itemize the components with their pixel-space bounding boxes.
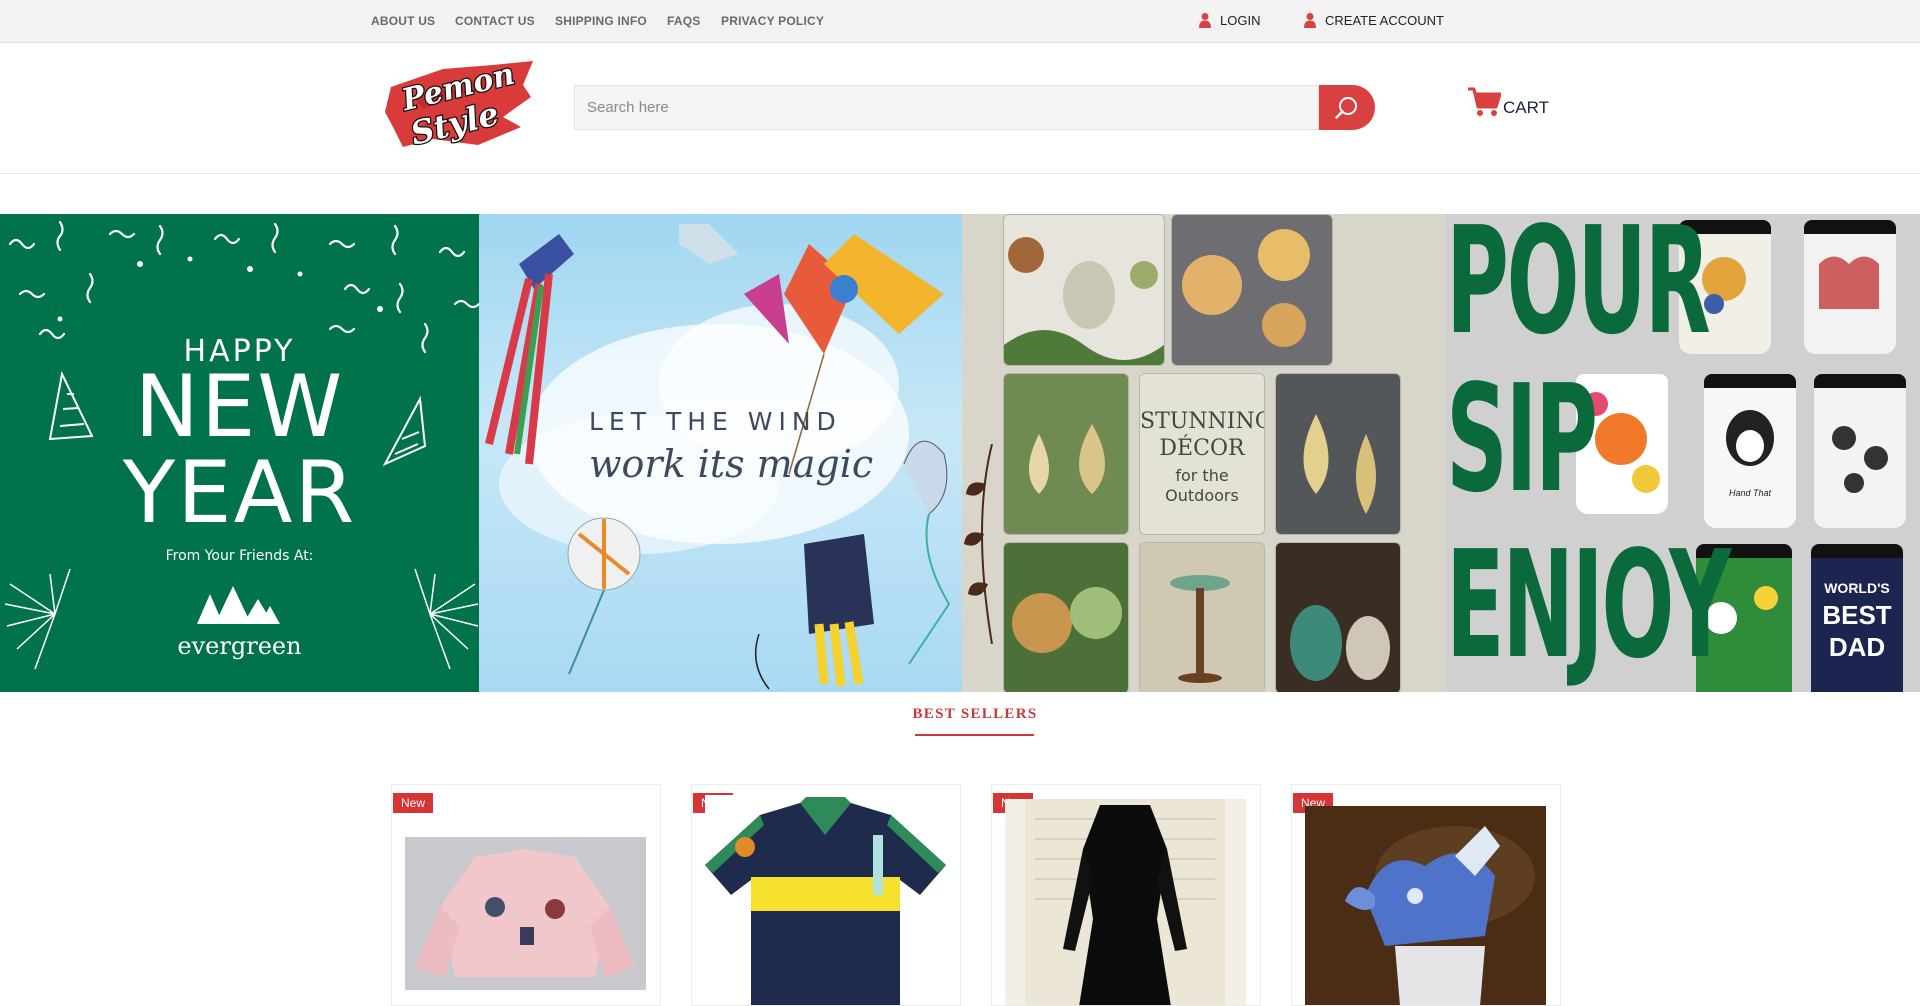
- new-year-from: From Your Friends At:: [165, 548, 314, 564]
- contact-us-link[interactable]: CONTACT US: [455, 14, 535, 28]
- login-label: LOGIN: [1220, 12, 1261, 28]
- product-card[interactable]: New: [991, 784, 1261, 1006]
- decor-tile: [1275, 542, 1401, 692]
- top-bar: ABOUT US CONTACT US SHIPPING INFO FAQS P…: [0, 0, 1920, 43]
- evergreen-brand: evergreen: [177, 632, 302, 660]
- cart-icon: [1468, 87, 1501, 116]
- product-image-pink-jacket[interactable]: [405, 837, 646, 990]
- search-input[interactable]: [574, 85, 1319, 130]
- decor-line4: Outdoors: [1165, 486, 1239, 505]
- decor-line3: for the: [1175, 466, 1229, 485]
- pour-text: POUR: [1446, 214, 1711, 367]
- faqs-link[interactable]: FAQS: [667, 14, 700, 28]
- user-icon: [1199, 13, 1211, 28]
- decor-line1: STUNNING: [1140, 409, 1265, 434]
- logo-graphic: Pemon Style: [385, 55, 533, 154]
- section-underline: [915, 734, 1034, 736]
- decor-tile: [1171, 214, 1333, 366]
- mug: [1814, 374, 1906, 528]
- mug-text-dad: DAD: [1828, 632, 1886, 662]
- banner-wind-panel[interactable]: LET THE WIND work its magic: [479, 214, 962, 692]
- shipping-info-link[interactable]: SHIPPING INFO: [555, 14, 647, 28]
- decor-tile: [1003, 542, 1129, 692]
- mug: WORLD'S BEST DAD: [1811, 544, 1903, 692]
- enjoy-text: ENJOY: [1446, 519, 1731, 691]
- mug-text-best: BEST: [1822, 600, 1892, 630]
- cart-label: CART: [1503, 98, 1549, 117]
- new-badge: New: [393, 793, 434, 813]
- user-icon: [1304, 13, 1316, 28]
- new-year-line2: NEW: [134, 357, 345, 457]
- product-image-polo-shirt[interactable]: [705, 795, 946, 1005]
- create-account-link[interactable]: CREATE ACCOUNT: [1303, 12, 1444, 28]
- login-link[interactable]: LOGIN: [1198, 12, 1260, 28]
- decor-tile: [1003, 214, 1165, 366]
- banner-new-year-panel[interactable]: HAPPY NEW YEAR From Your Friends At: eve…: [0, 214, 479, 692]
- product-card[interactable]: New: [1291, 784, 1561, 1006]
- wind-line1: LET THE WIND: [589, 407, 842, 436]
- site-logo[interactable]: Pemon Style: [383, 55, 535, 154]
- decor-tile: [1275, 373, 1401, 535]
- decor-tile: [1139, 542, 1265, 692]
- product-image-glass-figurine[interactable]: [1305, 806, 1546, 1005]
- wind-line2: work its magic: [589, 442, 874, 486]
- cart-link[interactable]: CART: [1467, 87, 1549, 117]
- best-sellers-title: BEST SELLERS: [912, 706, 1038, 722]
- privacy-policy-link[interactable]: PRIVACY POLICY: [721, 14, 824, 28]
- hero-banner[interactable]: HAPPY NEW YEAR From Your Friends At: eve…: [0, 214, 1920, 692]
- search-icon: [1335, 96, 1357, 119]
- mug-text-hand: Hand That: [1728, 488, 1772, 498]
- mug-text-worlds: WORLD'S: [1824, 580, 1890, 596]
- product-card[interactable]: New: [691, 784, 961, 1006]
- about-us-link[interactable]: ABOUT US: [371, 14, 435, 28]
- decor-line2: DÉCOR: [1159, 436, 1245, 461]
- mug: [1804, 220, 1896, 354]
- banner-decor-panel[interactable]: STUNNING DÉCOR for the Outdoors: [962, 214, 1446, 692]
- search-button[interactable]: [1319, 85, 1375, 130]
- decor-tile: [1003, 373, 1129, 535]
- new-year-line3: YEAR: [122, 443, 357, 543]
- create-account-label: CREATE ACCOUNT: [1325, 12, 1444, 28]
- decor-text-tile: STUNNING DÉCOR for the Outdoors: [1139, 373, 1265, 535]
- sip-text: SIP: [1446, 353, 1598, 525]
- mug: Hand That: [1704, 374, 1796, 528]
- product-card[interactable]: New: [391, 784, 661, 1006]
- product-image-black-dress[interactable]: [1005, 799, 1246, 1005]
- branch-decoration: [964, 444, 993, 644]
